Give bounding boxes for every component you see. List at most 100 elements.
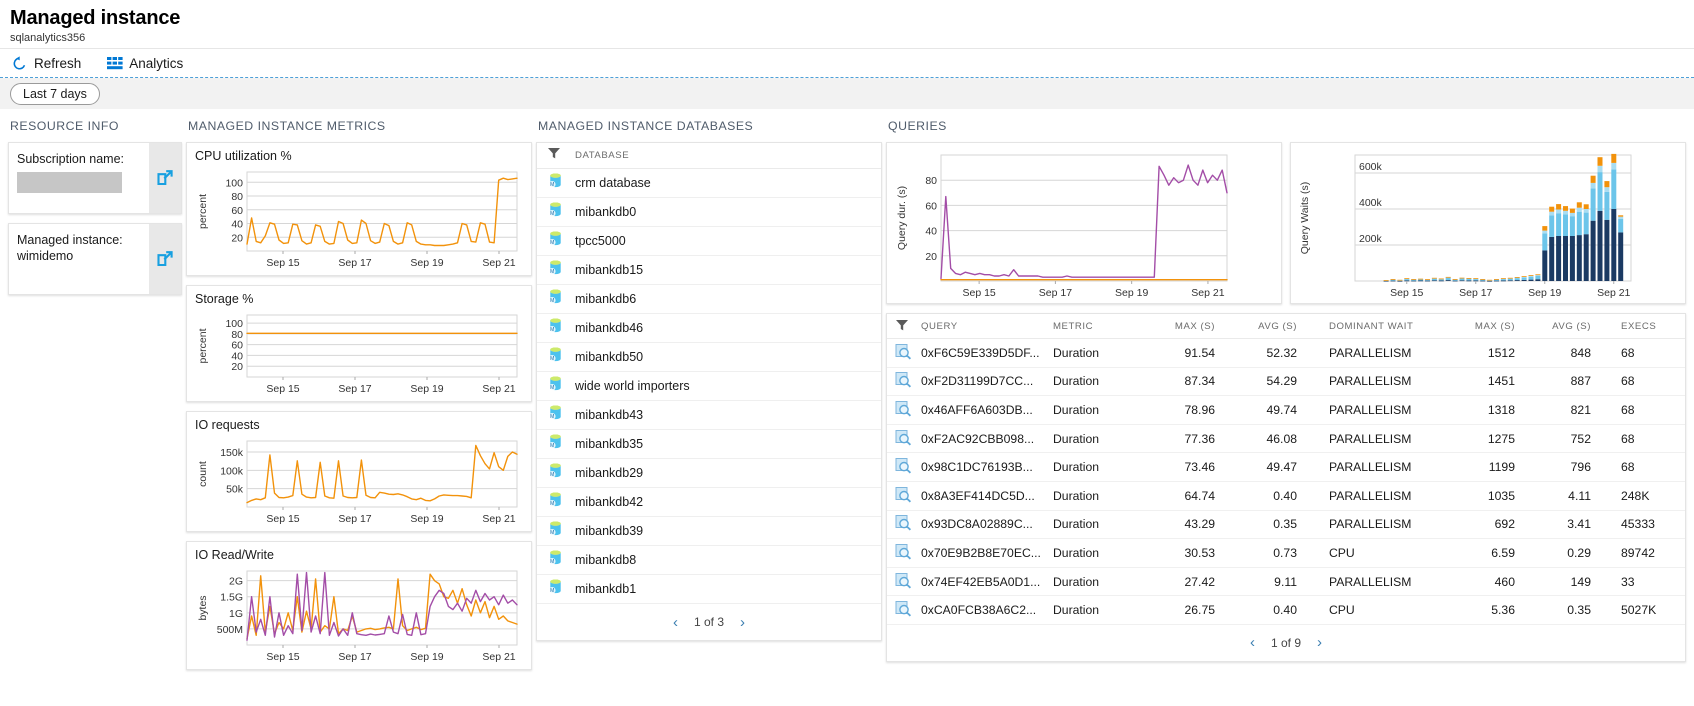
query-row[interactable]: 0xF2D31199D7CC... Duration 87.34 54.29 PARAL… [887, 368, 1685, 397]
database-row[interactable]: Mmibankdb29 [537, 459, 881, 488]
metric-chart-plot: 20 40 60 80 100 percent Sep 15 Sep 17 Sep 19 Sep … [195, 166, 523, 271]
query-search-icon [895, 486, 921, 506]
query-cell-metric: Duration [1053, 402, 1100, 417]
query-cell-max1: 77.36 [1184, 431, 1216, 446]
database-row[interactable]: Mwide world importers [537, 372, 881, 401]
metric-chart-tile[interactable]: IO Read/Write 500M 1G 1.5G 2G bytes Sep 15 Sep … [186, 541, 532, 670]
query-cell-query: 0x46AFF6A603DB... [921, 402, 1033, 417]
database-icon: M [547, 404, 564, 426]
svg-text:M: M [550, 385, 554, 391]
query-cell-max2: 6.59 [1491, 545, 1515, 560]
database-row[interactable]: Mcrm database [537, 169, 881, 198]
queries-header-avg-2[interactable]: AVG (S) [1531, 321, 1607, 332]
metric-chart-title: CPU utilization % [195, 149, 292, 163]
chart-canvas: 50k 100k 150k count Sep 15 Sep 17 Sep 19 Sep 21 [197, 440, 518, 525]
query-cell-execs: 68 [1621, 431, 1635, 446]
managed-instance-tile[interactable]: Managed instance: wimidemo [8, 223, 182, 295]
database-row[interactable]: Mmibankdb42 [537, 488, 881, 517]
database-row-label: mibankdb43 [575, 408, 644, 422]
svg-text:M: M [550, 530, 554, 536]
svg-text:M: M [550, 269, 554, 275]
queries-header-dominant-wait[interactable]: DOMINANT WAIT [1315, 321, 1447, 332]
query-cell-execs: 33 [1621, 574, 1635, 589]
database-icon: M [547, 491, 564, 513]
metrics-title: MANAGED INSTANCE METRICS [188, 119, 386, 133]
query-search-icon [895, 343, 921, 363]
time-range-filter[interactable]: Last 7 days [10, 82, 100, 105]
svg-text:40: 40 [925, 226, 937, 238]
svg-text:Sep 15: Sep 15 [1390, 287, 1423, 299]
query-cell-wait: PARALLELISM [1329, 402, 1412, 417]
metric-chart-tile[interactable]: CPU utilization % 20 40 60 80 100 percent Sep 1… [186, 142, 532, 276]
database-row[interactable]: Mmibankdb0 [537, 198, 881, 227]
database-row[interactable]: Mmibankdb8 [537, 546, 881, 575]
svg-text:Sep 17: Sep 17 [338, 651, 371, 663]
database-row[interactable]: Mmibankdb43 [537, 401, 881, 430]
queries-prev-page[interactable]: ‹ [1250, 635, 1255, 650]
databases-column-header: DATABASE [575, 150, 630, 161]
svg-text:M: M [550, 182, 554, 188]
query-search-icon [895, 543, 921, 563]
query-row[interactable]: 0x74EF42EB5A0D1... Duration 27.42 9.11 PARAL… [887, 568, 1685, 597]
query-row[interactable]: 0xCA0FCB38A6C2... Duration 26.75 0.40 CPU 5.3… [887, 596, 1685, 625]
queries-next-page[interactable]: › [1317, 635, 1322, 650]
metric-charts-container: CPU utilization % 20 40 60 80 100 percent Sep 1… [186, 142, 532, 670]
subscription-open-button[interactable] [149, 143, 181, 213]
database-icon: M [547, 346, 564, 368]
subscription-value-redacted [17, 171, 122, 193]
database-row[interactable]: Mmibankdb35 [537, 430, 881, 459]
query-cell-avg2: 796 [1570, 460, 1591, 475]
query-cell-metric: Duration [1053, 574, 1100, 589]
query-row[interactable]: 0x93DC8A02889C... Duration 43.29 0.35 PARALL… [887, 511, 1685, 540]
database-icon: M [547, 259, 564, 281]
subscription-tile[interactable]: Subscription name: [8, 142, 182, 214]
query-cell-avg1: 46.08 [1266, 431, 1298, 446]
filter-funnel-icon[interactable] [547, 146, 561, 165]
queries-header-execs[interactable]: EXECS [1607, 321, 1677, 332]
analytics-icon [107, 56, 123, 70]
database-row[interactable]: Mmibankdb1 [537, 575, 881, 604]
query-row[interactable]: 0x98C1DC76193B... Duration 73.46 49.47 PARAL… [887, 453, 1685, 482]
query-row[interactable]: 0x8A3EF414DC5D... Duration 64.74 0.40 PARALL… [887, 482, 1685, 511]
svg-text:M: M [550, 356, 554, 362]
queries-header-query[interactable]: QUERY [921, 321, 1053, 332]
query-row[interactable]: 0xF6C59E339D5DF... Duration 91.54 52.32 PARA… [887, 339, 1685, 368]
databases-next-page[interactable]: › [740, 615, 745, 630]
database-icon: M [547, 288, 564, 310]
metrics-column: MANAGED INSTANCE METRICS CPU utilization… [182, 109, 532, 679]
svg-text:60: 60 [231, 205, 243, 217]
metric-chart-tile[interactable]: Storage % 20 40 60 80 100 percent Sep 15 Sep 17 S… [186, 285, 532, 402]
refresh-button[interactable]: Refresh [12, 56, 81, 71]
resource-info-column: RESOURCE INFO Subscription name: Managed… [0, 109, 182, 679]
query-cell-avg2: 848 [1570, 345, 1591, 360]
query-cell-metric: Duration [1053, 374, 1100, 389]
database-row[interactable]: Mmibankdb6 [537, 285, 881, 314]
query-row[interactable]: 0xF2AC92CBB098... Duration 77.36 46.08 PARAL… [887, 425, 1685, 454]
queries-header-metric[interactable]: METRIC [1053, 321, 1147, 332]
metric-chart-tile[interactable]: IO requests 50k 100k 150k count Sep 15 Sep 17 S… [186, 411, 532, 532]
query-cell-metric: Duration [1053, 431, 1100, 446]
query-cell-wait: PARALLELISM [1329, 374, 1412, 389]
queries-header-avg-1[interactable]: AVG (S) [1233, 321, 1315, 332]
svg-text:1.5G: 1.5G [220, 592, 243, 604]
analytics-button[interactable]: Analytics [107, 56, 183, 71]
query-row[interactable]: 0x70E9B2B8E70EC... Duration 30.53 0.73 CPU 6.… [887, 539, 1685, 568]
queries-header-max-1[interactable]: MAX (S) [1147, 321, 1233, 332]
database-row[interactable]: Mmibankdb15 [537, 256, 881, 285]
queries-header-max-2[interactable]: MAX (S) [1447, 321, 1531, 332]
databases-prev-page[interactable]: ‹ [673, 615, 678, 630]
database-row[interactable]: Mmibankdb46 [537, 314, 881, 343]
databases-row-list: Mcrm database Mmibankdb0 Mtpcc5000 Mmibankd… [537, 169, 881, 604]
metric-chart-plot: 50k 100k 150k count Sep 15 Sep 17 Sep 19 Sep 21 [195, 435, 523, 527]
svg-text:M: M [550, 472, 554, 478]
query-cell-avg2: 3.41 [1567, 517, 1591, 532]
database-row[interactable]: Mmibankdb39 [537, 517, 881, 546]
query-cell-max1: 27.42 [1184, 574, 1216, 589]
filter-funnel-icon[interactable] [895, 318, 921, 335]
database-row[interactable]: Mmibankdb50 [537, 343, 881, 372]
database-row-label: mibankdb0 [575, 205, 637, 219]
query-cell-query: 0x70E9B2B8E70EC... [921, 545, 1041, 560]
query-row[interactable]: 0x46AFF6A603DB... Duration 78.96 49.74 PARAL… [887, 396, 1685, 425]
managed-instance-open-button[interactable] [149, 224, 181, 294]
database-row[interactable]: Mtpcc5000 [537, 227, 881, 256]
